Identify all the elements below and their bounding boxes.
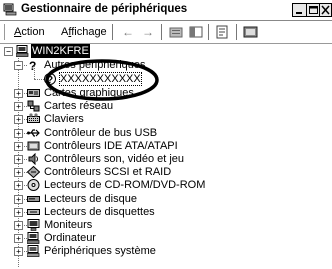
tree-item-label: Ordinateur <box>44 232 96 245</box>
sound-icon <box>28 153 38 165</box>
computer-icon <box>16 45 29 57</box>
tree-item-label: Contrôleurs SCSI et RAID <box>44 166 172 179</box>
tree-item-label: Cartes graphiques <box>44 87 134 99</box>
expand-toggle[interactable]: + <box>14 194 23 204</box>
scan-hardware-button[interactable] <box>243 25 259 39</box>
tree-item-label: Claviers <box>44 113 84 126</box>
expand-toggle[interactable]: + <box>14 155 23 164</box>
toolbar-separator <box>208 24 209 40</box>
usb-icon <box>27 128 40 137</box>
device-tree: − WIN2KFRE − ? Autres périphériques ? XX… <box>0 44 332 269</box>
toolbar-grip[interactable] <box>4 24 8 40</box>
toolbar-separator <box>112 24 113 40</box>
up-folder-button[interactable] <box>168 25 184 39</box>
expand-toggle[interactable]: + <box>14 221 23 230</box>
disk-drive-icon <box>27 195 40 202</box>
tree-item-label: Lecteurs de disque <box>44 192 137 205</box>
forward-button[interactable]: → <box>140 25 156 39</box>
tree-item-label: Contrôleur de bus USB <box>44 126 158 139</box>
properties-icon <box>216 25 228 39</box>
minimize-button[interactable] <box>292 3 307 17</box>
device-manager-icon <box>3 3 17 16</box>
show-tree-icon <box>189 26 203 38</box>
ide-controller-icon <box>27 141 40 151</box>
close-icon <box>321 5 330 15</box>
forward-arrow-icon: → <box>142 25 154 39</box>
back-arrow-icon: ← <box>122 25 134 39</box>
display-adapter-icon <box>27 89 40 97</box>
expand-toggle[interactable]: + <box>14 128 23 138</box>
back-button[interactable]: ← <box>120 25 136 39</box>
toolbar-separator <box>236 24 237 40</box>
tree-item-label: Lecteurs de disquettes <box>44 205 155 218</box>
scan-hardware-icon <box>243 26 258 38</box>
menu-action[interactable]: Action <box>14 26 45 38</box>
computer-icon <box>27 232 40 245</box>
tree-item-label: Cartes réseau <box>44 100 114 113</box>
tree-connector <box>34 66 35 79</box>
expand-toggle[interactable]: + <box>14 141 23 151</box>
expand-toggle[interactable]: + <box>14 168 23 178</box>
expand-toggle[interactable]: + <box>14 247 23 257</box>
expand-toggle[interactable]: + <box>14 234 23 244</box>
monitor-icon <box>27 219 40 231</box>
scsi-icon <box>27 166 40 179</box>
expand-toggle[interactable]: + <box>14 207 23 217</box>
keyboard-icon <box>27 113 40 124</box>
expand-toggle[interactable]: + <box>14 102 23 112</box>
menu-toolbar: Action Affichage ← → <box>0 21 332 44</box>
floppy-drive-icon <box>27 208 40 215</box>
close-button[interactable] <box>319 3 332 17</box>
show-hide-tree-button[interactable] <box>188 25 204 39</box>
tree-item-label: Lecteurs de CD-ROM/DVD-ROM <box>44 179 206 192</box>
expand-toggle[interactable]: + <box>14 181 23 191</box>
cdrom-icon <box>27 179 40 192</box>
svg-text:?: ? <box>29 59 36 71</box>
tree-item-label: Moniteurs <box>44 219 93 231</box>
tree-connector <box>34 79 44 80</box>
toolbar-separator <box>161 24 162 40</box>
menu-view[interactable]: Affichage <box>61 26 107 38</box>
expand-toggle[interactable]: + <box>14 115 23 125</box>
collapse-toggle[interactable]: − <box>14 61 23 70</box>
network-adapter-icon <box>27 100 40 112</box>
properties-button[interactable] <box>215 25 231 39</box>
tree-item-label: Périphériques système <box>44 245 156 258</box>
collapse-toggle[interactable]: − <box>4 47 13 56</box>
window-title: Gestionnaire de périphériques <box>21 3 188 15</box>
minimize-icon <box>296 12 302 14</box>
root-label: WIN2KFRE <box>31 44 90 58</box>
title-bar: Gestionnaire de périphériques <box>0 0 332 21</box>
tree-item-label: Contrôleurs IDE ATA/ATAPI <box>44 139 178 152</box>
expand-toggle[interactable]: + <box>14 89 23 98</box>
system-devices-icon <box>27 245 40 258</box>
folder-tree-icon <box>169 27 183 38</box>
tree-item-label: Contrôleurs son, vidéo et jeu <box>44 153 185 165</box>
